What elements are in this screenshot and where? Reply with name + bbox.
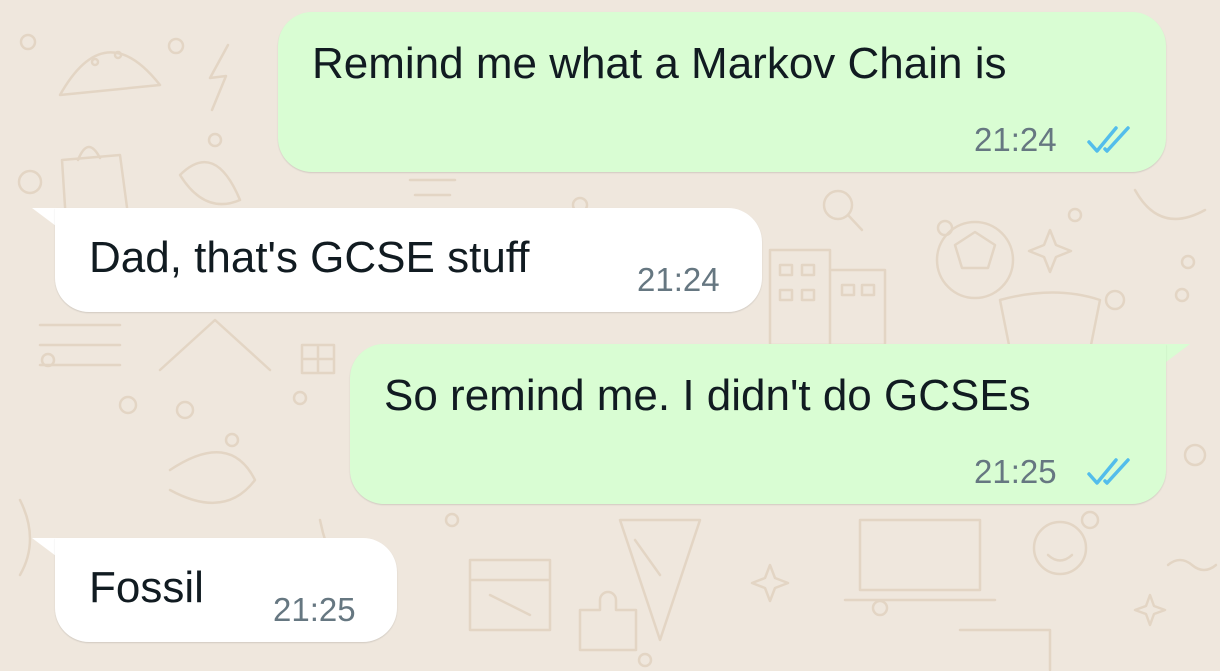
message-text: Dad, that's GCSE stuff [89,233,530,282]
double-check-icon [1087,458,1130,485]
message-bubble-outgoing[interactable]: Remind me what a Markov Chain is 21:24 [278,12,1166,172]
message-text: So remind me. I didn't do GCSEs [384,371,1031,420]
message-timestamp: 21:25 [273,591,356,628]
message-text: Fossil [89,563,204,612]
message-timestamp: 21:24 [637,261,720,298]
double-check-icon [1087,126,1130,153]
message-text: Remind me what a Markov Chain is [312,39,1007,88]
message-timestamp: 21:24 [974,121,1057,158]
message-bubble-incoming[interactable]: Fossil 21:25 [55,538,397,642]
message-timestamp: 21:25 [974,453,1057,490]
message-bubble-outgoing[interactable]: So remind me. I didn't do GCSEs 21:25 [350,344,1166,504]
message-bubble-incoming[interactable]: Dad, that's GCSE stuff 21:24 [55,208,762,312]
